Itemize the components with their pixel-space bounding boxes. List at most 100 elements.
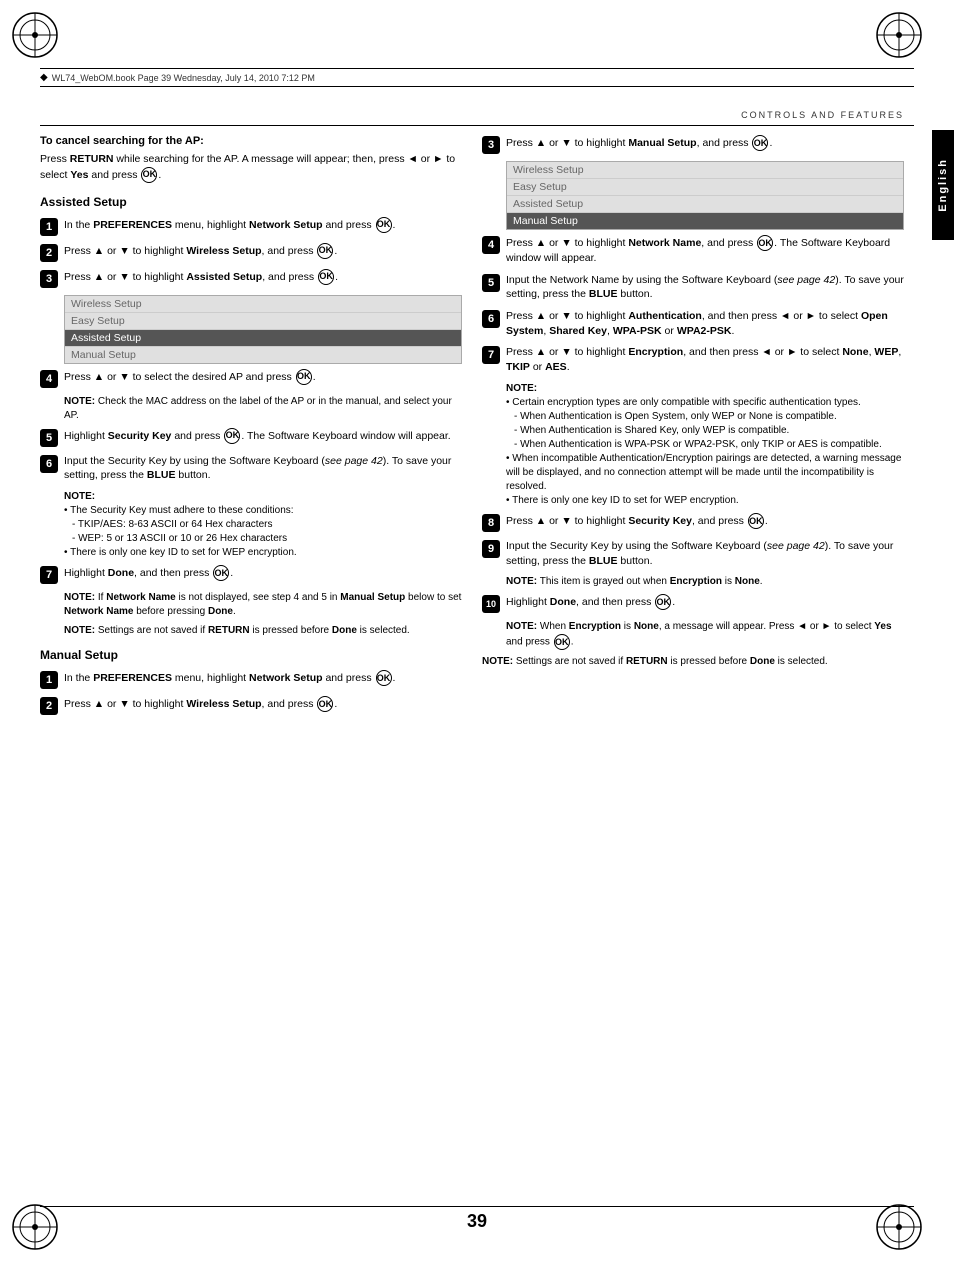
cancel-text: Press RETURN while searching for the AP.… — [40, 152, 462, 183]
main-content: To cancel searching for the AP: Press RE… — [40, 135, 904, 1187]
ok-symbol: OK — [141, 167, 157, 183]
right-step-10-content: Highlight Done, and then press OK. — [506, 594, 904, 610]
r-menu-wireless: Wireless Setup — [507, 162, 903, 179]
right-menu-box: Wireless Setup Easy Setup Assisted Setup… — [506, 161, 904, 230]
note-final-right: NOTE: Settings are not saved if RETURN i… — [482, 655, 904, 669]
manual-step-1-content: In the PREFERENCES menu, highlight Netwo… — [64, 670, 462, 686]
right-step-3: 3 Press ▲ or ▼ to highlight Manual Setup… — [482, 135, 904, 154]
ok-symbol: OK — [655, 594, 671, 610]
ok-symbol: OK — [376, 217, 392, 233]
note-right-9: NOTE: This item is grayed out when Encry… — [506, 575, 904, 589]
right-step-4: 4 Press ▲ or ▼ to highlight Network Name… — [482, 235, 904, 266]
step-3-content: Press ▲ or ▼ to highlight Assisted Setup… — [64, 269, 462, 285]
manual-step-num-2: 2 — [40, 697, 58, 715]
manual-step-2-content: Press ▲ or ▼ to highlight Wireless Setup… — [64, 696, 462, 712]
right-step-3-content: Press ▲ or ▼ to highlight Manual Setup, … — [506, 135, 904, 151]
right-step-6: 6 Press ▲ or ▼ to highlight Authenticati… — [482, 309, 904, 338]
right-step-5-content: Input the Network Name by using the Soft… — [506, 273, 904, 302]
manual-step-1: 1 In the PREFERENCES menu, highlight Net… — [40, 670, 462, 689]
step-num-7: 7 — [40, 566, 58, 584]
step-num-1: 1 — [40, 218, 58, 236]
right-step-num-10: 10 — [482, 595, 500, 613]
controls-header: CONTROLS AND FEATURES — [741, 110, 904, 120]
note-right-7: NOTE: • Certain encryption types are onl… — [506, 382, 904, 508]
ok-symbol: OK — [213, 565, 229, 581]
step-num-2: 2 — [40, 244, 58, 262]
header-arrow: ◆ — [40, 72, 48, 83]
cancel-section: To cancel searching for the AP: Press RE… — [40, 135, 462, 183]
top-rule — [40, 125, 914, 126]
left-menu-box: Wireless Setup Easy Setup Assisted Setup… — [64, 295, 462, 364]
step-2-content: Press ▲ or ▼ to highlight Wireless Setup… — [64, 243, 462, 259]
ok-symbol: OK — [554, 634, 570, 650]
right-step-num-6: 6 — [482, 310, 500, 328]
step-6: 6 Input the Security Key by using the So… — [40, 454, 462, 483]
step-num-4: 4 — [40, 370, 58, 388]
menu-assisted-setup: Assisted Setup — [65, 330, 461, 347]
assisted-setup-section: Assisted Setup 1 In the PREFERENCES menu… — [40, 195, 462, 638]
step-4-content: Press ▲ or ▼ to select the desired AP an… — [64, 369, 462, 385]
step-6-content: Input the Security Key by using the Soft… — [64, 454, 462, 483]
left-column: To cancel searching for the AP: Press RE… — [40, 135, 462, 1187]
step-num-6: 6 — [40, 455, 58, 473]
right-step-num-3: 3 — [482, 136, 500, 154]
ok-symbol: OK — [317, 696, 333, 712]
step-2: 2 Press ▲ or ▼ to highlight Wireless Set… — [40, 243, 462, 262]
note-7: NOTE: If Network Name is not displayed, … — [64, 591, 462, 619]
right-step-num-5: 5 — [482, 274, 500, 292]
manual-setup-title: Manual Setup — [40, 648, 462, 662]
right-step-10: 10 Highlight Done, and then press OK. — [482, 594, 904, 613]
ok-symbol: OK — [752, 135, 768, 151]
header-file-info: WL74_WebOM.book Page 39 Wednesday, July … — [52, 73, 315, 83]
menu-manual-setup: Manual Setup — [65, 347, 461, 363]
manual-setup-section: Manual Setup 1 In the PREFERENCES menu, … — [40, 648, 462, 715]
right-step-6-content: Press ▲ or ▼ to highlight Authentication… — [506, 309, 904, 338]
language-tab: English — [932, 130, 954, 240]
ok-symbol: OK — [296, 369, 312, 385]
right-step-9: 9 Input the Security Key by using the So… — [482, 539, 904, 568]
note-final-left: NOTE: Settings are not saved if RETURN i… — [64, 624, 462, 638]
menu-easy-setup: Easy Setup — [65, 313, 461, 330]
right-step-5: 5 Input the Network Name by using the So… — [482, 273, 904, 302]
right-step-num-4: 4 — [482, 236, 500, 254]
menu-wireless-setup: Wireless Setup — [65, 296, 461, 313]
right-step-num-8: 8 — [482, 514, 500, 532]
right-step-7: 7 Press ▲ or ▼ to highlight Encryption, … — [482, 345, 904, 374]
right-step-8: 8 Press ▲ or ▼ to highlight Security Key… — [482, 513, 904, 532]
assisted-setup-title: Assisted Setup — [40, 195, 462, 209]
corner-top-left — [10, 10, 60, 60]
right-step-8-content: Press ▲ or ▼ to highlight Security Key, … — [506, 513, 904, 529]
ok-symbol: OK — [748, 513, 764, 529]
right-step-4-content: Press ▲ or ▼ to highlight Network Name, … — [506, 235, 904, 266]
ok-symbol: OK — [376, 670, 392, 686]
right-column: 3 Press ▲ or ▼ to highlight Manual Setup… — [482, 135, 904, 1187]
step-1-content: In the PREFERENCES menu, highlight Netwo… — [64, 217, 462, 233]
page-number: 39 — [467, 1211, 487, 1232]
step-7-content: Highlight Done, and then press OK. — [64, 565, 462, 581]
step-1: 1 In the PREFERENCES menu, highlight Net… — [40, 217, 462, 236]
step-7: 7 Highlight Done, and then press OK. — [40, 565, 462, 584]
note-4: NOTE: Check the MAC address on the label… — [64, 395, 462, 423]
r-menu-easy: Easy Setup — [507, 179, 903, 196]
manual-step-num-1: 1 — [40, 671, 58, 689]
ok-symbol: OK — [318, 269, 334, 285]
r-menu-assisted: Assisted Setup — [507, 196, 903, 213]
cancel-heading: To cancel searching for the AP: — [40, 135, 462, 147]
right-step-7-content: Press ▲ or ▼ to highlight Encryption, an… — [506, 345, 904, 374]
note-6: NOTE: • The Security Key must adhere to … — [64, 490, 462, 560]
step-num-3: 3 — [40, 270, 58, 288]
step-5-content: Highlight Security Key and press OK. The… — [64, 428, 462, 444]
right-step-num-7: 7 — [482, 346, 500, 364]
step-3: 3 Press ▲ or ▼ to highlight Assisted Set… — [40, 269, 462, 288]
corner-top-right — [874, 10, 924, 60]
step-num-5: 5 — [40, 429, 58, 447]
corner-bottom-right — [874, 1202, 924, 1252]
ok-symbol: OK — [224, 428, 240, 444]
header-bar: ◆ WL74_WebOM.book Page 39 Wednesday, Jul… — [40, 68, 914, 87]
bottom-rule — [40, 1206, 914, 1207]
manual-step-2: 2 Press ▲ or ▼ to highlight Wireless Set… — [40, 696, 462, 715]
ok-symbol: OK — [757, 235, 773, 251]
right-step-9-content: Input the Security Key by using the Soft… — [506, 539, 904, 568]
step-4: 4 Press ▲ or ▼ to select the desired AP … — [40, 369, 462, 388]
step-5: 5 Highlight Security Key and press OK. T… — [40, 428, 462, 447]
